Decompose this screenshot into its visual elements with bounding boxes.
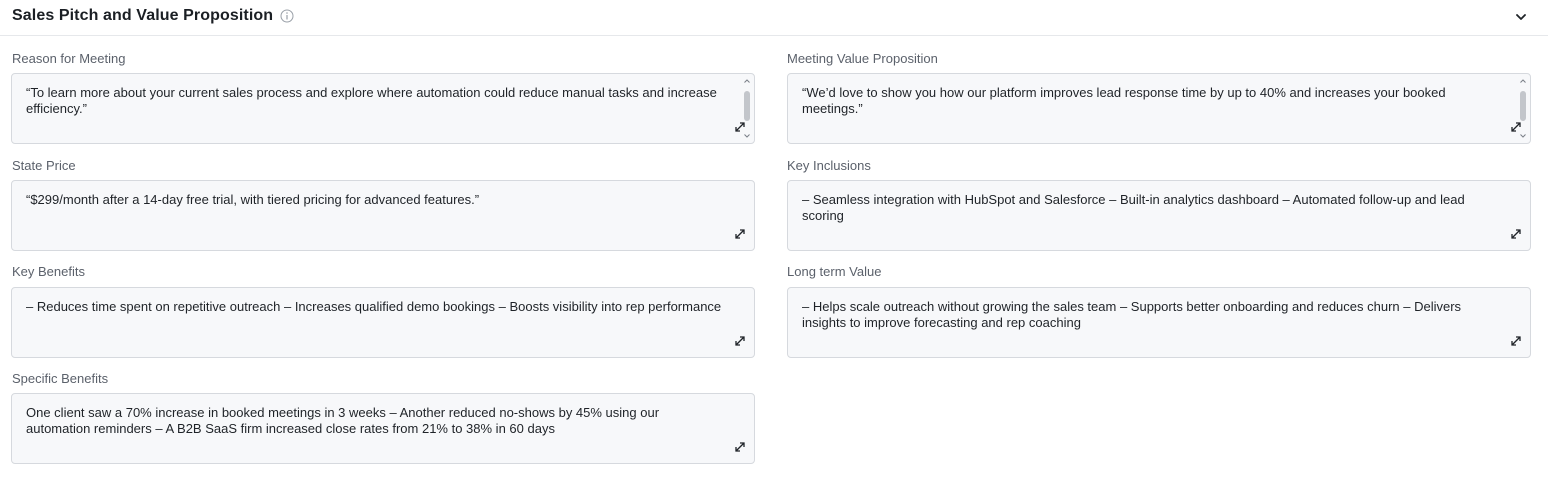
expand-icon[interactable]	[733, 227, 747, 241]
state-price-field[interactable]: “$299/month after a 14-day free trial, w…	[11, 180, 755, 251]
info-circle-icon[interactable]	[280, 9, 294, 23]
meeting-value-proposition-value[interactable]: “We’d love to show you how our platform …	[802, 85, 1500, 116]
specific-benefits-value[interactable]: One client saw a 70% increase in booked …	[26, 405, 724, 436]
long-term-value-label: Long term Value	[787, 264, 882, 279]
long-term-value-value[interactable]: – Helps scale outreach without growing t…	[802, 299, 1500, 330]
scroll-thumb[interactable]	[1520, 91, 1526, 121]
expand-icon[interactable]	[1509, 334, 1523, 348]
specific-benefits-field[interactable]: One client saw a 70% increase in booked …	[11, 393, 755, 464]
section-title: Sales Pitch and Value Proposition	[12, 7, 274, 24]
chevron-down-icon[interactable]	[1513, 9, 1529, 25]
state-price-value[interactable]: “$299/month after a 14-day free trial, w…	[26, 192, 724, 208]
key-benefits-field[interactable]: – Reduces time spent on repetitive outre…	[11, 287, 755, 358]
reason-for-meeting-field[interactable]: “To learn more about your current sales …	[11, 73, 755, 144]
key-inclusions-value[interactable]: – Seamless integration with HubSpot and …	[802, 192, 1500, 223]
state-price-label: State Price	[12, 158, 76, 173]
meeting-value-proposition-field[interactable]: “We’d love to show you how our platform …	[787, 73, 1531, 144]
scroll-up-arrow-icon[interactable]	[1519, 77, 1527, 85]
section-header: Sales Pitch and Value Proposition	[0, 0, 1548, 36]
key-inclusions-label: Key Inclusions	[787, 158, 871, 173]
scroll-up-arrow-icon[interactable]	[743, 77, 751, 85]
key-benefits-value[interactable]: – Reduces time spent on repetitive outre…	[26, 299, 724, 315]
expand-icon[interactable]	[733, 440, 747, 454]
long-term-value-field[interactable]: – Helps scale outreach without growing t…	[787, 287, 1531, 358]
expand-icon[interactable]	[1509, 120, 1523, 134]
scroll-thumb[interactable]	[744, 91, 750, 121]
expand-icon[interactable]	[733, 120, 747, 134]
key-benefits-label: Key Benefits	[12, 264, 85, 279]
meeting-value-proposition-label: Meeting Value Proposition	[787, 51, 938, 66]
reason-for-meeting-value[interactable]: “To learn more about your current sales …	[26, 85, 724, 116]
reason-for-meeting-label: Reason for Meeting	[12, 51, 126, 66]
expand-icon[interactable]	[1509, 227, 1523, 241]
key-inclusions-field[interactable]: – Seamless integration with HubSpot and …	[787, 180, 1531, 251]
specific-benefits-label: Specific Benefits	[12, 371, 109, 386]
expand-icon[interactable]	[733, 334, 747, 348]
